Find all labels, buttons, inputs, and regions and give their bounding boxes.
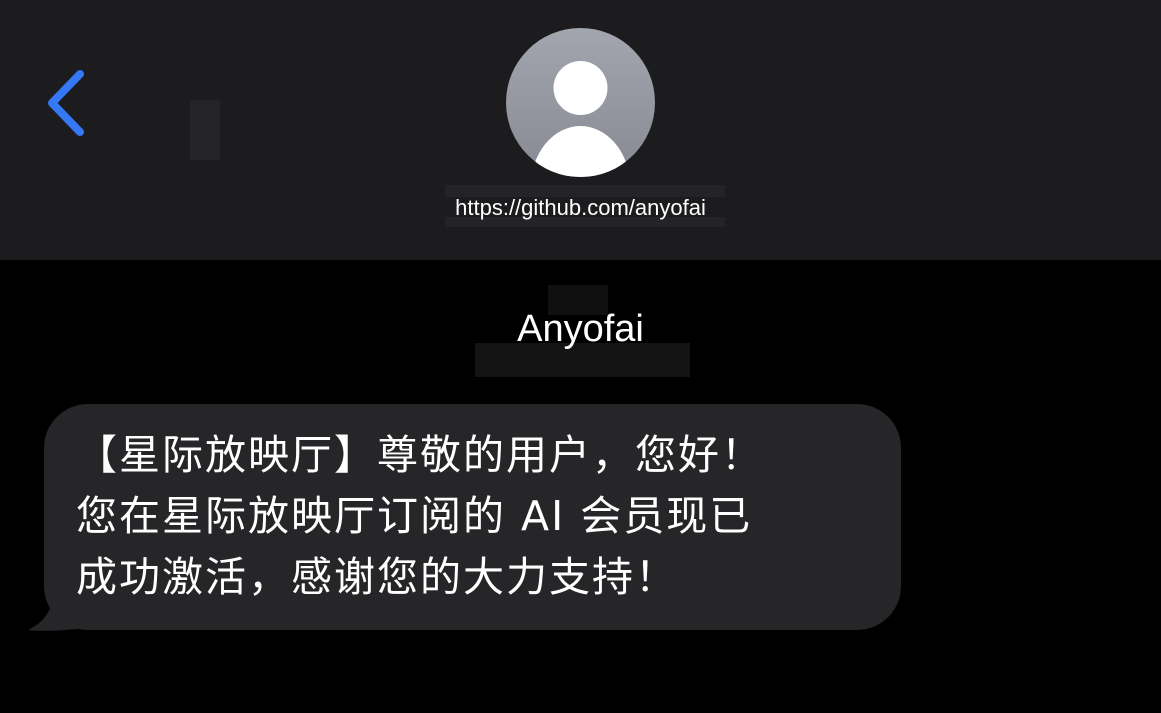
person-silhouette-icon	[531, 61, 630, 177]
back-button[interactable]	[38, 66, 94, 140]
redacted-block	[190, 100, 220, 160]
message-text: 【星际放映厅】尊敬的用户，您好！ 您在星际放映厅订阅的 AI 会员现已 成功激活…	[76, 431, 764, 601]
chevron-left-icon	[48, 70, 84, 136]
message-bubble[interactable]: 【星际放映厅】尊敬的用户，您好！ 您在星际放映厅订阅的 AI 会员现已 成功激活…	[44, 404, 901, 630]
conversation-header: https://github.com/anyofai	[0, 0, 1161, 260]
contact-name[interactable]: https://github.com/anyofai	[0, 190, 1161, 226]
contact-avatar[interactable]	[506, 28, 655, 177]
sender-label: Anyofai	[517, 308, 644, 350]
